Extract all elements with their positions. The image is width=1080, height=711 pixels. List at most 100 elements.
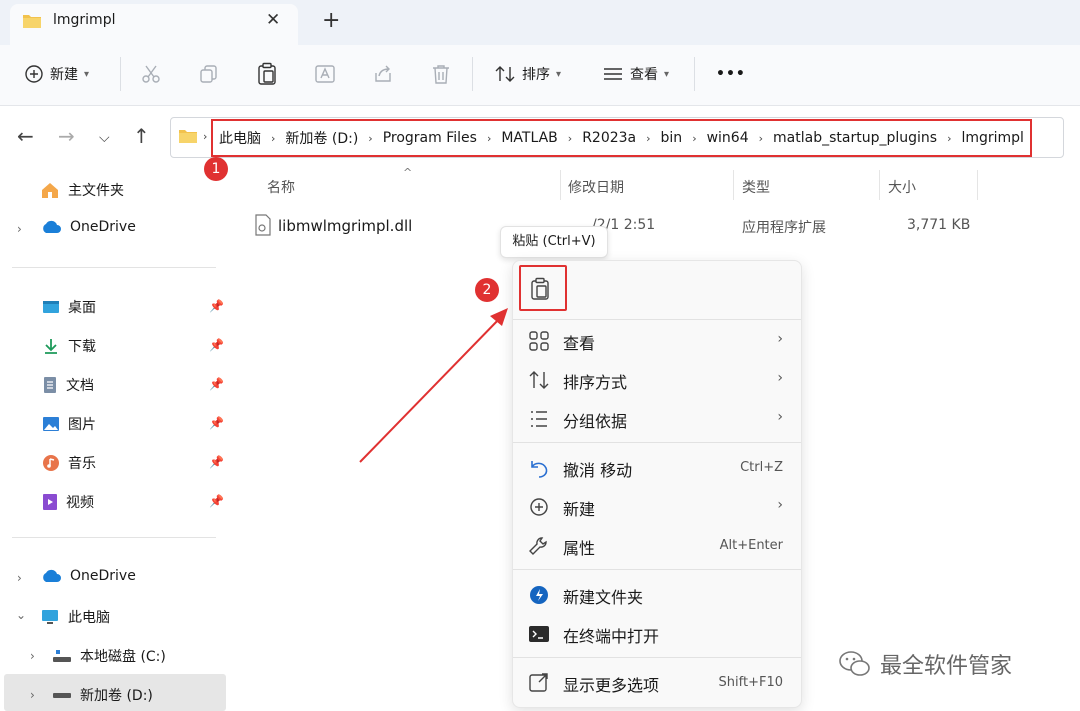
- expand-chevron-icon[interactable]: ›: [30, 649, 35, 663]
- more-options-button[interactable]: •••: [716, 66, 746, 82]
- sidebar-label: 此电脑: [68, 610, 110, 626]
- computer-icon: [42, 610, 58, 624]
- column-header-type[interactable]: 类型: [742, 177, 770, 197]
- sidebar-item-documents[interactable]: 文档: [42, 375, 94, 395]
- breadcrumb-item[interactable]: lmgrimpl: [961, 130, 1023, 146]
- menu-label: 撤消 移动: [563, 461, 633, 480]
- breadcrumb-item[interactable]: R2023a: [582, 130, 636, 146]
- sidebar-item-drive-d[interactable]: 新加卷 (D:): [52, 685, 153, 705]
- chevron-right-icon: ›: [777, 370, 783, 386]
- menu-shortcut: Ctrl+Z: [740, 460, 783, 475]
- expand-chevron-icon[interactable]: ›: [30, 688, 35, 702]
- forward-arrow-icon[interactable]: →: [58, 124, 75, 148]
- chevron-right-icon: ›: [692, 131, 697, 145]
- back-arrow-icon[interactable]: ←: [17, 124, 34, 148]
- breadcrumb-item[interactable]: MATLAB: [501, 130, 557, 146]
- pin-icon[interactable]: 📌: [209, 455, 224, 469]
- breadcrumb-item[interactable]: bin: [661, 130, 683, 146]
- menu-item-terminal[interactable]: 在终端中打开: [513, 616, 801, 652]
- menu-item-group[interactable]: 分组依据 ›: [513, 401, 801, 437]
- recent-chevron-icon[interactable]: ⌵: [99, 130, 110, 146]
- sidebar-item-home[interactable]: 主文件夹: [40, 180, 124, 200]
- column-divider[interactable]: [733, 170, 734, 200]
- view-button[interactable]: 查看 ▾: [602, 64, 669, 84]
- chevron-right-icon: ›: [777, 409, 783, 425]
- paste-icon[interactable]: [256, 62, 278, 86]
- column-header-size[interactable]: 大小: [888, 177, 916, 197]
- new-button[interactable]: 新建 ▾: [24, 64, 89, 84]
- delete-icon[interactable]: [430, 63, 452, 85]
- sort-button[interactable]: 排序 ▾: [494, 64, 561, 84]
- chevron-down-icon: ▾: [84, 68, 90, 80]
- sidebar-label: 下载: [68, 339, 96, 355]
- close-tab-icon[interactable]: ✕: [266, 10, 280, 30]
- menu-item-sort[interactable]: 排序方式 ›: [513, 362, 801, 398]
- sidebar-item-videos[interactable]: 视频: [42, 492, 94, 512]
- paste-tooltip: 粘贴 (Ctrl+V): [500, 226, 608, 258]
- menu-item-new[interactable]: 新建 ›: [513, 489, 801, 525]
- column-divider[interactable]: [977, 170, 978, 200]
- watermark-text: 最全软件管家: [880, 654, 1013, 679]
- pin-icon[interactable]: 📌: [209, 338, 224, 352]
- breadcrumb-item[interactable]: 新加卷 (D:): [285, 128, 358, 148]
- music-icon: [43, 455, 59, 471]
- sidebar-label: 视频: [66, 495, 94, 511]
- sidebar-item-desktop[interactable]: 桌面: [42, 297, 96, 317]
- file-name: libmwlmgrimpl.dll: [278, 217, 413, 235]
- chevron-right-icon: ›: [758, 131, 764, 145]
- menu-item-view[interactable]: 查看 ›: [513, 323, 801, 359]
- column-divider[interactable]: [879, 170, 880, 200]
- pin-icon[interactable]: 📌: [209, 494, 224, 508]
- menu-item-new-folder[interactable]: 新建文件夹: [513, 577, 801, 613]
- pin-icon[interactable]: 📌: [209, 299, 224, 313]
- folder-icon: [179, 130, 197, 143]
- rename-icon[interactable]: [314, 63, 336, 85]
- chevron-right-icon: ›: [271, 131, 276, 145]
- copy-icon[interactable]: [198, 63, 220, 85]
- picture-icon: [43, 417, 59, 431]
- breadcrumb-item[interactable]: matlab_startup_plugins: [773, 130, 937, 146]
- column-header-name[interactable]: 名称: [267, 177, 295, 197]
- expand-chevron-icon[interactable]: ›: [17, 222, 22, 236]
- column-divider[interactable]: [560, 170, 561, 200]
- menu-separator: [513, 657, 801, 658]
- collapse-chevron-icon[interactable]: ⌄: [16, 608, 26, 622]
- menu-shortcut: Alt+Enter: [719, 538, 783, 553]
- breadcrumb-item[interactable]: 此电脑: [219, 128, 261, 148]
- breadcrumb-item[interactable]: win64: [707, 130, 749, 146]
- cut-icon[interactable]: [140, 63, 162, 85]
- drive-icon: [53, 650, 71, 662]
- pin-icon[interactable]: 📌: [209, 377, 224, 391]
- breadcrumb-item[interactable]: Program Files: [383, 130, 477, 146]
- expand-chevron-icon[interactable]: ›: [17, 571, 22, 585]
- menu-separator: [513, 319, 801, 320]
- pin-icon[interactable]: 📌: [209, 416, 224, 430]
- grid-icon: [529, 331, 549, 351]
- share-icon[interactable]: [372, 63, 394, 85]
- sidebar-item-music[interactable]: 音乐: [42, 453, 96, 473]
- menu-item-undo[interactable]: 撤消 移动 Ctrl+Z: [513, 450, 801, 486]
- sidebar-item-onedrive-2[interactable]: OneDrive: [40, 568, 136, 584]
- sidebar-item-pictures[interactable]: 图片: [42, 414, 96, 434]
- terminal-icon: [529, 626, 549, 642]
- sidebar-item-downloads[interactable]: 下载: [42, 336, 96, 356]
- sidebar-item-onedrive[interactable]: OneDrive: [40, 219, 136, 235]
- sidebar-label: OneDrive: [70, 568, 136, 584]
- chevron-right-icon: ›: [567, 131, 573, 145]
- menu-item-properties[interactable]: 属性 Alt+Enter: [513, 528, 801, 564]
- chevron-right-icon: ›: [368, 131, 373, 145]
- file-size: 3,771 KB: [907, 217, 971, 233]
- toolbar-divider: [694, 57, 695, 91]
- plus-circle-icon: [530, 498, 548, 516]
- sidebar-label: OneDrive: [70, 219, 136, 235]
- new-tab-button[interactable]: +: [322, 8, 340, 33]
- sidebar-item-drive-c[interactable]: 本地磁盘 (C:): [52, 646, 166, 666]
- download-icon: [45, 339, 57, 354]
- folder-icon: [23, 15, 41, 28]
- up-arrow-icon[interactable]: ↑: [133, 124, 150, 148]
- sidebar-label: 主文件夹: [68, 183, 124, 199]
- sidebar-item-this-pc[interactable]: 此电脑: [40, 607, 110, 627]
- column-header-modified[interactable]: 修改日期: [568, 177, 624, 197]
- menu-item-show-more[interactable]: 显示更多选项 Shift+F10: [513, 665, 801, 701]
- menu-label: 属性: [563, 539, 596, 558]
